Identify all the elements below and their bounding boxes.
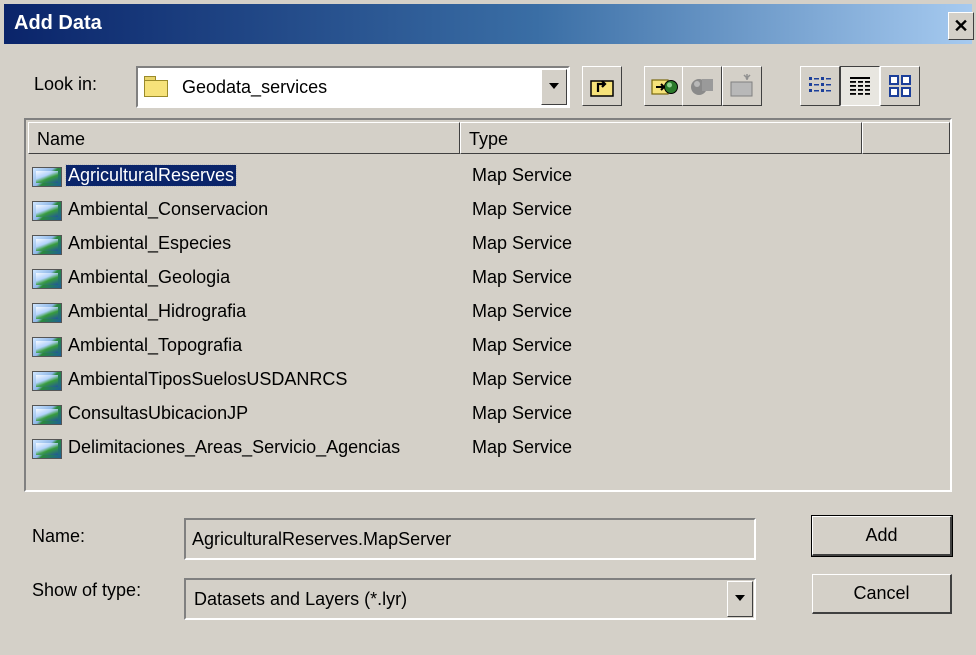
name-label: Name: (32, 526, 86, 546)
close-icon: ✕ (953, 16, 969, 36)
map-service-icon (32, 439, 62, 459)
title-bar: Add Data ✕ (4, 4, 974, 44)
map-service-icon (32, 235, 62, 255)
chevron-down-icon[interactable] (541, 69, 567, 105)
list-item-type: Map Service (472, 301, 573, 321)
disconnect-folder-icon (691, 79, 713, 95)
chevron-down-icon[interactable] (727, 581, 753, 617)
list-item[interactable]: Ambiental_Conservacion Map Service (30, 194, 930, 226)
up-folder-icon (590, 80, 614, 97)
list-item[interactable]: Ambiental_Especies Map Service (30, 228, 930, 260)
file-list[interactable]: Name Type AgriculturalReserves Map Servi… (24, 118, 952, 492)
list-item[interactable]: Ambiental_Hidrografia Map Service (30, 296, 930, 328)
list-item-type: Map Service (472, 233, 573, 253)
add-button[interactable]: Add (811, 515, 953, 557)
list-item-type: Map Service (472, 165, 573, 185)
map-service-icon (32, 405, 62, 425)
folder-icon (144, 76, 168, 97)
list-item-name: Ambiental_Conservacion (68, 199, 269, 219)
list-item[interactable]: ConsultasUbicacionJP Map Service (30, 398, 930, 430)
list-item-type: Map Service (472, 369, 573, 389)
details-view-button[interactable] (840, 66, 880, 106)
thumbnails-view-button[interactable] (880, 66, 920, 106)
column-header-name[interactable]: Name (28, 122, 460, 154)
map-service-icon (32, 269, 62, 289)
details-view-icon (850, 77, 870, 95)
list-view-button[interactable] (800, 66, 840, 106)
name-field-value: AgriculturalReserves.MapServer (192, 529, 452, 549)
list-item-name: AgriculturalReserves (64, 164, 238, 187)
list-item-type: Map Service (472, 335, 573, 355)
list-item-type: Map Service (472, 267, 573, 287)
list-item-type: Map Service (472, 437, 573, 457)
column-header-label: Type (469, 129, 509, 149)
list-item[interactable]: AgriculturalReserves Map Service (30, 160, 930, 192)
list-item[interactable]: Delimitaciones_Areas_Servicio_Agencias M… (30, 432, 930, 464)
connect-folder-icon (651, 79, 678, 95)
look-in-value: Geodata_services (182, 77, 328, 97)
disconnect-from-folder-button (682, 66, 722, 106)
new-folder-button (722, 66, 762, 106)
connect-to-folder-button[interactable] (644, 66, 684, 106)
show-of-type-dropdown[interactable]: Datasets and Layers (*.lyr) (184, 578, 756, 620)
map-service-icon (32, 303, 62, 323)
list-item[interactable]: Ambiental_Geologia Map Service (30, 262, 930, 294)
thumbnails-view-icon (889, 75, 911, 97)
list-item-name: Ambiental_Especies (68, 233, 232, 253)
add-data-dialog: Add Data ✕ Look in: Geodata_services Nam… (0, 0, 976, 655)
list-item-type: Map Service (472, 403, 573, 423)
new-folder-icon (730, 74, 753, 97)
up-one-level-button[interactable] (582, 66, 622, 106)
show-of-type-label: Show of type: (32, 580, 142, 600)
name-field[interactable]: AgriculturalReserves.MapServer (184, 518, 756, 560)
map-service-icon (32, 371, 62, 391)
list-item-name: Delimitaciones_Areas_Servicio_Agencias (68, 437, 401, 457)
column-header-type[interactable]: Type (460, 122, 862, 154)
list-item-name: AmbientalTiposSuelosUSDANRCS (68, 369, 348, 389)
cancel-button[interactable]: Cancel (812, 574, 952, 614)
column-header-label: Name (37, 129, 86, 149)
list-item-name: Ambiental_Hidrografia (68, 301, 247, 321)
list-item-name: Ambiental_Geologia (68, 267, 231, 287)
map-service-icon (32, 201, 62, 221)
show-of-type-value: Datasets and Layers (*.lyr) (194, 589, 408, 609)
list-item[interactable]: AmbientalTiposSuelosUSDANRCS Map Service (30, 364, 930, 396)
look-in-dropdown[interactable]: Geodata_services (136, 66, 570, 108)
dialog-title: Add Data (14, 12, 102, 34)
list-item-type: Map Service (472, 199, 573, 219)
list-item[interactable]: Ambiental_Topografia Map Service (30, 330, 930, 362)
map-service-icon (32, 167, 62, 187)
close-button[interactable]: ✕ (948, 12, 974, 40)
list-view-icon (809, 77, 831, 92)
map-service-icon (32, 337, 62, 357)
list-item-name: ConsultasUbicacionJP (68, 403, 249, 423)
column-header-empty (862, 122, 950, 154)
list-item-name: Ambiental_Topografia (68, 335, 243, 355)
look-in-label: Look in: (34, 74, 98, 94)
